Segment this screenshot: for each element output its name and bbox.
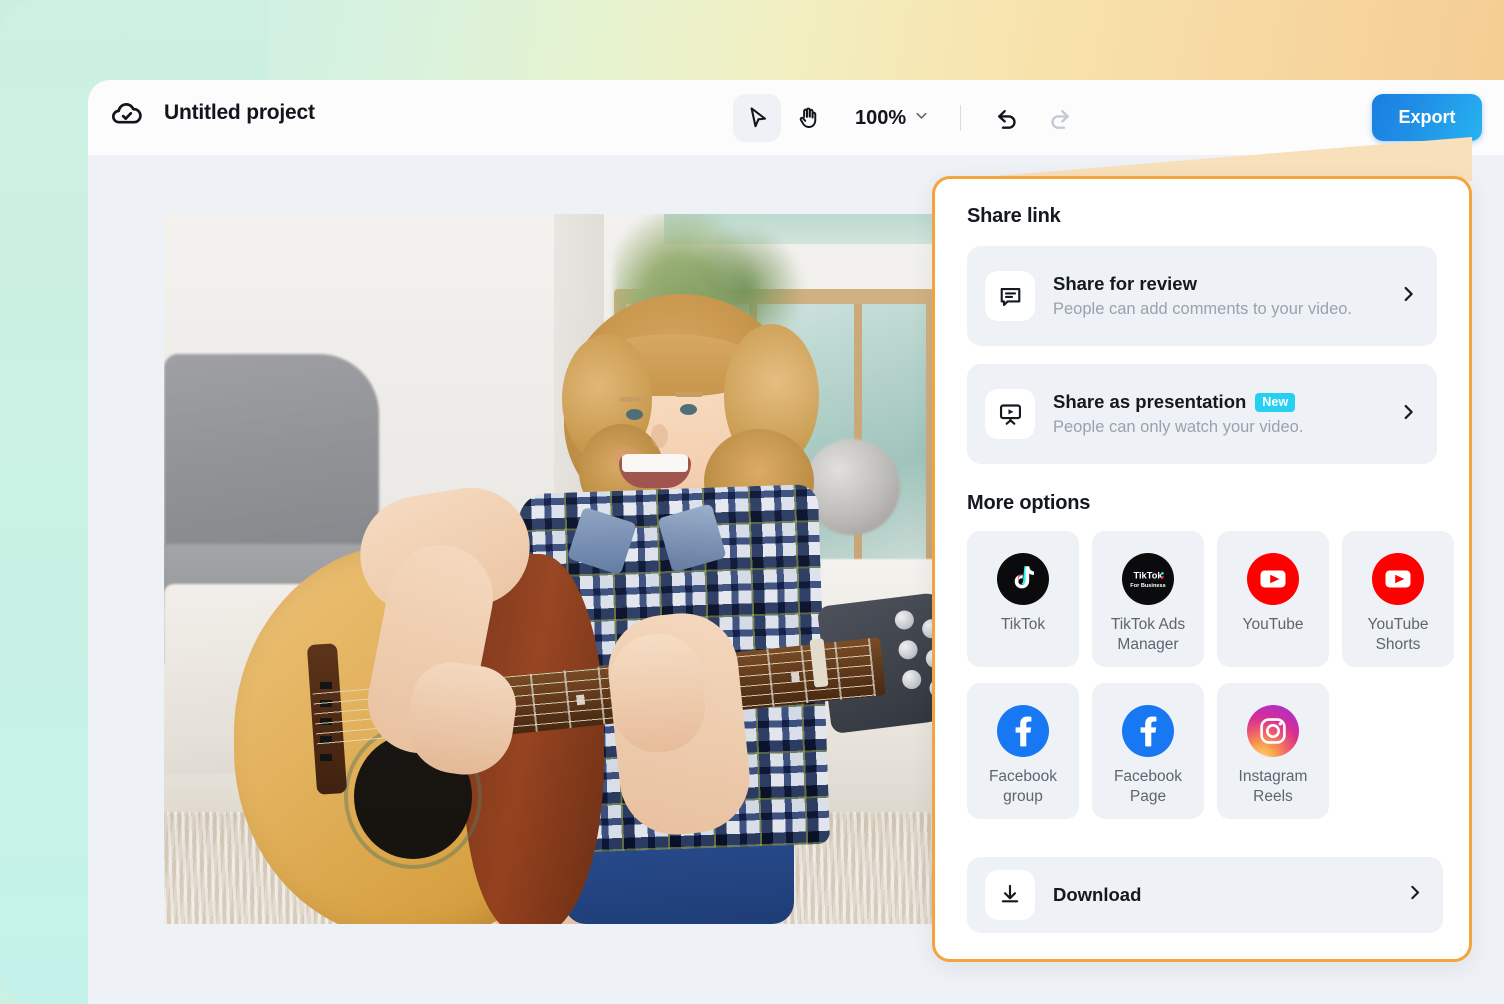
toolbar-divider [960,105,961,131]
tile-label: Facebook group [973,767,1073,807]
share-link-title: Share link [967,205,1437,228]
cursor-arrow-icon [744,105,770,131]
share-popover: Share link Share for review People can a… [932,176,1472,962]
tile-label: TikTok Ads Manager [1098,615,1198,655]
youtube-shorts-icon [1372,553,1424,605]
option-subtitle: People can add comments to your video. [1053,300,1397,319]
undo-button[interactable] [983,94,1031,142]
chevron-down-icon [913,107,930,129]
share-for-review-text: Share for review People can add comments… [1053,273,1397,319]
tiktok-for-business-icon: TikTok For Business [1122,553,1174,605]
chevron-right-icon [1397,283,1419,310]
download-label: Download [1053,884,1404,906]
share-targets-grid-row2: Facebook group Facebook Page [967,683,1437,819]
hand-icon [796,105,822,131]
presentation-play-icon [985,389,1035,439]
share-target-instagram-reels[interactable]: Instagram Reels [1217,683,1329,819]
more-options-title: More options [967,492,1437,515]
tiktok-icon [997,553,1049,605]
select-tool-button[interactable] [733,94,781,142]
share-target-tiktok[interactable]: TikTok [967,531,1079,667]
option-title: Share as presentation [1053,391,1246,413]
youtube-icon [1247,553,1299,605]
guitar-boy-photo [164,214,944,924]
undo-arrow-icon [994,105,1021,132]
option-subtitle: People can only watch your video. [1053,418,1397,437]
svg-text:For Business: For Business [1130,583,1165,589]
tile-label: YouTube [1243,615,1304,635]
instagram-icon [1247,705,1299,757]
share-target-tiktok-ads-manager[interactable]: TikTok For Business TikTok Ads Manager [1092,531,1204,667]
zoom-control[interactable]: 100% [847,103,938,134]
tile-label: TikTok [1001,615,1045,635]
download-icon [985,870,1035,920]
facebook-icon [997,705,1049,757]
tile-label: YouTube Shorts [1348,615,1448,655]
share-target-facebook-group[interactable]: Facebook group [967,683,1079,819]
zoom-level-value: 100% [855,107,906,130]
share-target-youtube[interactable]: YouTube [1217,531,1329,667]
download-row[interactable]: Download [967,857,1443,933]
share-target-facebook-page[interactable]: Facebook Page [1092,683,1204,819]
status-badge: New [1255,393,1295,412]
export-button[interactable]: Export [1372,94,1482,141]
redo-arrow-icon [1046,105,1073,132]
hand-tool-button[interactable] [785,94,833,142]
brand-area: Untitled project [110,96,315,130]
option-title: Share for review [1053,273,1197,295]
redo-button[interactable] [1035,94,1083,142]
tile-label: Instagram Reels [1223,767,1323,807]
chevron-right-icon [1397,401,1419,428]
chevron-right-icon [1404,882,1425,908]
facebook-icon [1122,705,1174,757]
cloud-check-icon [110,96,144,130]
share-targets-grid-row1: TikTok TikTok For Business TikTok Ads Ma… [967,531,1437,667]
tile-label: Facebook Page [1098,767,1198,807]
page-title: Untitled project [164,101,315,125]
media-preview[interactable] [164,214,944,924]
share-target-youtube-shorts[interactable]: YouTube Shorts [1342,531,1454,667]
comment-bubble-icon [985,271,1035,321]
svg-text:TikTok: TikTok [1133,571,1163,581]
share-as-presentation-row[interactable]: Share as presentation New People can only… [967,364,1437,464]
popover-connector [932,137,1472,181]
share-as-presentation-text: Share as presentation New People can only… [1053,391,1397,437]
share-for-review-row[interactable]: Share for review People can add comments… [967,246,1437,346]
